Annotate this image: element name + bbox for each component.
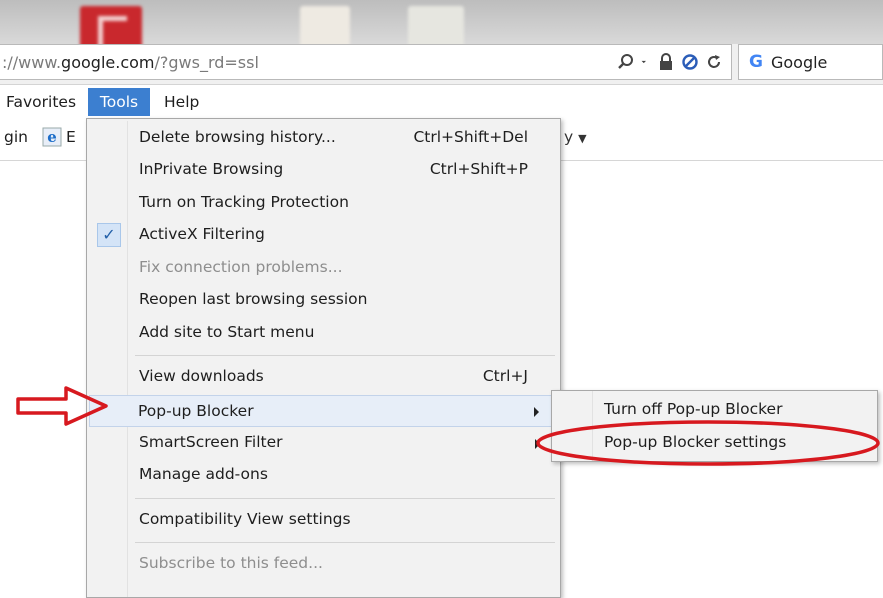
menu-separator [135,498,555,499]
favorites-item-link[interactable]: E [66,128,76,146]
address-bar[interactable]: ://www.google.com/?gws_rd=ssl [0,44,732,80]
internet-explorer-icon: e [42,127,62,147]
chevron-right-icon [534,407,539,417]
lock-icon[interactable] [657,53,675,71]
menu-separator [135,355,555,356]
url-domain: google.com [61,52,155,72]
search-provider-label: Google [770,52,828,72]
favorites-item-login[interactable]: gin [4,128,28,146]
favorites-dropdown[interactable]: y ▼ [564,128,587,146]
menu-bar: Favorites Tools Help [0,86,883,116]
svg-text:e: e [47,128,57,146]
menu-item-fix-connection: Fix connection problems... [139,258,343,276]
menu-item-reopen-session[interactable]: Reopen last browsing session [89,285,558,315]
menu-separator [135,542,555,543]
search-box[interactable]: G Google [738,44,883,80]
menu-item-smartscreen[interactable]: SmartScreen Filter [89,428,558,458]
annotation-arrow-icon [16,386,108,426]
menu-favorites[interactable]: Favorites [6,90,76,114]
checkmark-icon: ✓ [97,223,121,247]
menu-help[interactable]: Help [164,90,199,114]
chevron-down-icon[interactable] [641,53,651,71]
menu-tools[interactable]: Tools [88,88,150,116]
menu-item-manage-addons[interactable]: Manage add-ons [89,460,558,490]
menu-item-compat-view[interactable]: Compatibility View settings [89,505,558,535]
tools-menu: Delete browsing history... Ctrl+Shift+De… [86,118,561,598]
blocked-icon[interactable] [681,53,699,71]
app-tile-icon [80,6,142,44]
menu-item-view-downloads[interactable]: View downloads Ctrl+J [89,362,558,392]
menu-item-add-to-start[interactable]: Add site to Start menu [89,318,558,348]
document-icon [408,6,464,44]
menu-item-tracking-protection[interactable]: Turn on Tracking Protection [89,188,558,218]
google-logo-icon: G [749,52,763,72]
background-taskbar [0,0,883,44]
magnifier-icon[interactable] [617,53,635,71]
menu-item-activex-filtering[interactable]: ✓ ActiveX Filtering [89,220,558,250]
menu-item-subscribe-feed: Subscribe to this feed... [139,554,323,572]
refresh-icon[interactable] [705,53,723,71]
address-toolbar: ://www.google.com/?gws_rd=ssl G Google [0,44,883,85]
menu-item-inprivate[interactable]: InPrivate Browsing Ctrl+Shift+P [89,155,558,185]
document-icon [300,6,350,44]
annotation-ellipse-icon [536,420,880,466]
url-text[interactable]: ://www.google.com/?gws_rd=ssl [0,53,259,72]
menu-item-popup-blocker[interactable]: Pop-up Blocker [89,395,558,427]
menu-item-delete-history[interactable]: Delete browsing history... Ctrl+Shift+De… [89,123,558,153]
